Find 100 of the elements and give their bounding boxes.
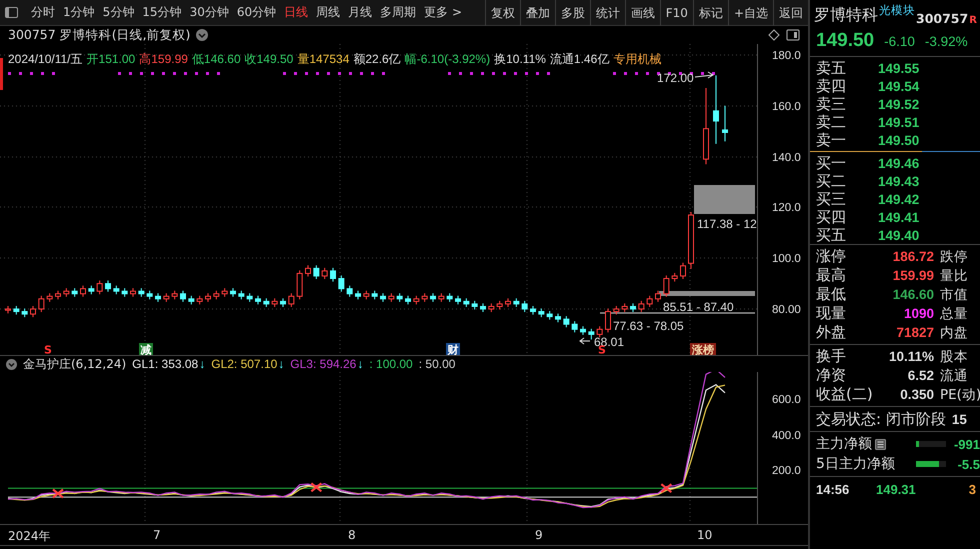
- event-badge[interactable]: S: [44, 344, 52, 355]
- candlestick: [563, 316, 570, 328]
- candlestick: [630, 302, 636, 313]
- candlestick: [5, 305, 11, 314]
- status-time: 15: [952, 412, 967, 426]
- toolbar-button[interactable]: 返回: [773, 0, 808, 26]
- stat-label: 最高: [816, 266, 847, 285]
- candlestick: [496, 300, 503, 310]
- quote-info: 收149.50: [244, 51, 294, 68]
- toolbar-button[interactable]: F10: [660, 0, 693, 26]
- stat-label: PE(动): [940, 386, 980, 404]
- quote-info: 高159.99: [139, 51, 188, 68]
- candlestick: [422, 292, 428, 302]
- candlestick: [263, 298, 270, 308]
- period-tab[interactable]: 更多 >: [420, 4, 466, 21]
- stat-label: 换手: [816, 347, 847, 366]
- axis-label: 2024年: [8, 528, 51, 545]
- candlestick: [296, 270, 303, 300]
- toolbar-button[interactable]: 标记: [692, 0, 728, 26]
- candlestick: [330, 267, 336, 282]
- price-label: 85.51 - 87.40: [663, 300, 734, 314]
- period-tab[interactable]: 周线: [312, 4, 344, 21]
- event-badge[interactable]: 财: [446, 343, 460, 355]
- axis-label: 180.0: [772, 50, 801, 62]
- toolbar-button[interactable]: 多股: [554, 0, 590, 26]
- leader-line: [694, 72, 714, 78]
- candlestick: [555, 313, 561, 323]
- candlestick: [163, 292, 170, 302]
- candlestick: [72, 288, 78, 298]
- axis-label: 10: [697, 528, 712, 542]
- candlestick: [222, 288, 228, 298]
- period-tab[interactable]: 30分钟: [186, 4, 233, 21]
- stat-label: 跌停: [940, 248, 969, 266]
- stat-label: 总量: [940, 304, 969, 322]
- candlestick: [22, 308, 28, 318]
- collapse-icon[interactable]: [6, 358, 17, 370]
- axis-label: 120.0: [772, 202, 801, 214]
- candlestick: [246, 292, 253, 302]
- period-tab[interactable]: 1分钟: [59, 4, 99, 21]
- candlestick: [505, 298, 511, 308]
- candlestick: [638, 300, 644, 313]
- flow-value: -991: [952, 436, 980, 452]
- period-tab[interactable]: 日线: [280, 4, 312, 21]
- sector-link[interactable]: 光模块: [879, 3, 915, 18]
- position-marker: [0, 58, 3, 90]
- ask-label: 卖四: [816, 77, 847, 96]
- candlestick: [188, 295, 194, 305]
- panel-toggle-icon[interactable]: [5, 7, 18, 18]
- toolbar-button[interactable]: 叠加: [520, 0, 555, 26]
- bid-price: 149.46: [878, 156, 920, 171]
- ask-label: 卖三: [816, 95, 847, 114]
- candlestick: [513, 298, 520, 308]
- candlestick: [238, 290, 244, 300]
- ask-price: 149.55: [878, 61, 920, 76]
- axis-label: 140.0: [772, 152, 801, 164]
- bid-price: 149.42: [878, 192, 920, 207]
- candlestick: [80, 285, 86, 298]
- window-icon[interactable]: [786, 29, 800, 41]
- event-badge[interactable]: 涨榜: [690, 343, 716, 355]
- diamond-icon[interactable]: [768, 29, 780, 41]
- period-tab[interactable]: 分时: [27, 4, 59, 21]
- candlestick: [38, 295, 44, 313]
- legend-value: GL2: 507.10: [211, 357, 278, 371]
- list-icon[interactable]: [875, 438, 886, 450]
- candlestick: [96, 280, 103, 295]
- candlestick: [596, 326, 603, 338]
- axis-label: 160.0: [772, 101, 801, 113]
- toolbar-button[interactable]: 画线: [624, 0, 660, 26]
- toolbar-button[interactable]: +自选: [728, 0, 773, 26]
- candlestick: [138, 288, 144, 298]
- candlestick: [646, 295, 653, 308]
- legend-value: GL3: 594.26: [290, 357, 356, 371]
- candlestick: [105, 280, 111, 292]
- candlestick: [363, 290, 370, 300]
- candlestick: [463, 298, 470, 308]
- chart-title: 300757 罗博特科(日线,前复权): [8, 26, 190, 44]
- stat-label: 量比: [940, 266, 969, 284]
- period-tab[interactable]: 月线: [344, 4, 376, 21]
- candlestick: [322, 267, 328, 280]
- ask-price: 149.54: [878, 79, 920, 94]
- candlestick: [55, 290, 61, 300]
- candlestick: [413, 295, 420, 305]
- stat-label: 流通: [940, 366, 969, 384]
- candlestick: [338, 274, 344, 292]
- period-tab[interactable]: 多周期: [376, 4, 420, 21]
- toolbar-button[interactable]: 复权: [484, 0, 520, 26]
- signal-marker-icon: [660, 483, 672, 494]
- chevron-down-icon[interactable]: [196, 29, 208, 41]
- candlestick: [230, 288, 236, 298]
- period-tab[interactable]: 60分钟: [232, 4, 280, 21]
- period-tab[interactable]: 5分钟: [98, 4, 138, 21]
- candlestick: [488, 302, 494, 313]
- flow-value: -5.5: [956, 456, 980, 472]
- period-tab[interactable]: 15分钟: [138, 4, 186, 21]
- toolbar-button[interactable]: 统计: [590, 0, 625, 26]
- stat-value: 6.52: [906, 368, 935, 383]
- quote-info: 换10.11%: [494, 51, 546, 68]
- event-badge[interactable]: 减: [139, 343, 153, 355]
- price-zone: [694, 185, 755, 214]
- stat-label: 现量: [816, 304, 847, 323]
